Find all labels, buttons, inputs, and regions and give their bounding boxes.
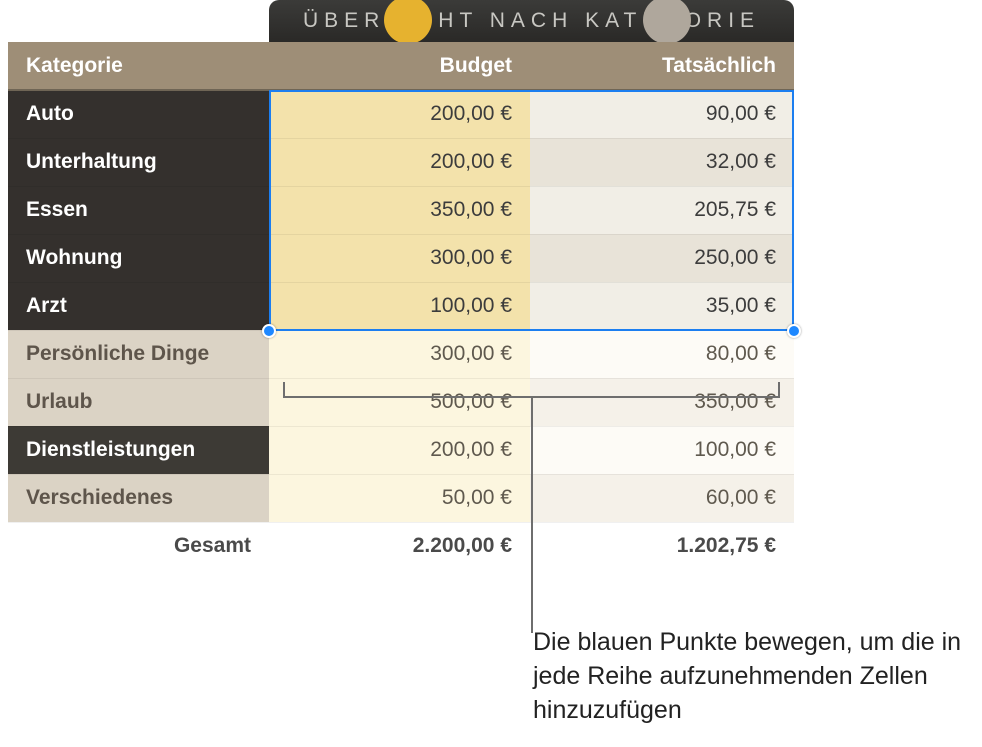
cell-category[interactable]: Urlaub	[8, 378, 269, 426]
table-total-row[interactable]: Gesamt 2.200,00 € 1.202,75 €	[8, 522, 794, 570]
cell-category[interactable]: Dienstleistungen	[8, 426, 269, 474]
cell-actual[interactable]: 60,00 €	[530, 474, 794, 522]
cell-budget[interactable]: 200,00 €	[269, 426, 530, 474]
cell-budget[interactable]: 50,00 €	[269, 474, 530, 522]
cell-total-actual: 1.202,75 €	[530, 522, 794, 570]
cell-total-budget: 2.200,00 €	[269, 522, 530, 570]
table-row[interactable]: Dienstleistungen 200,00 € 100,00 €	[8, 426, 794, 474]
col-header-actual[interactable]: Tatsächlich	[530, 42, 794, 90]
cell-budget[interactable]: 200,00 €	[269, 138, 530, 186]
table-header-row[interactable]: Kategorie Budget Tatsächlich	[8, 42, 794, 90]
table-row[interactable]: Auto 200,00 € 90,00 €	[8, 90, 794, 138]
cell-budget[interactable]: 300,00 €	[269, 330, 530, 378]
cell-budget[interactable]: 100,00 €	[269, 282, 530, 330]
cell-actual[interactable]: 32,00 €	[530, 138, 794, 186]
selection-handle-dot[interactable]	[787, 324, 801, 338]
table-row[interactable]: Persönliche Dinge 300,00 € 80,00 €	[8, 330, 794, 378]
cell-actual[interactable]: 100,00 €	[530, 426, 794, 474]
table-row[interactable]: Essen 350,00 € 205,75 €	[8, 186, 794, 234]
cell-budget[interactable]: 200,00 €	[269, 90, 530, 138]
cell-category[interactable]: Auto	[8, 90, 269, 138]
table-title: ÜBERSICHT NACH KATEGORIE	[269, 0, 794, 42]
table-row[interactable]: Verschiedenes 50,00 € 60,00 €	[8, 474, 794, 522]
cell-category[interactable]: Persönliche Dinge	[8, 330, 269, 378]
callout-leader-line	[531, 398, 533, 633]
col-header-budget[interactable]: Budget	[269, 42, 530, 90]
table-row[interactable]: Wohnung 300,00 € 250,00 €	[8, 234, 794, 282]
category-table[interactable]: Kategorie Budget Tatsächlich Auto 200,00…	[8, 42, 794, 570]
callout-caption: Die blauen Punkte bewegen, um die in jed…	[533, 626, 982, 727]
col-header-category[interactable]: Kategorie	[8, 42, 269, 90]
cell-actual[interactable]: 250,00 €	[530, 234, 794, 282]
table-row[interactable]: Unterhaltung 200,00 € 32,00 €	[8, 138, 794, 186]
table-title-text: ÜBERSICHT NACH KATEGORIE	[303, 9, 760, 32]
cell-actual[interactable]: 80,00 €	[530, 330, 794, 378]
table-row[interactable]: Arzt 100,00 € 35,00 €	[8, 282, 794, 330]
selection-handle-dot[interactable]	[262, 324, 276, 338]
cell-category[interactable]: Unterhaltung	[8, 138, 269, 186]
cell-budget[interactable]: 350,00 €	[269, 186, 530, 234]
cell-actual[interactable]: 35,00 €	[530, 282, 794, 330]
cell-budget[interactable]: 300,00 €	[269, 234, 530, 282]
cell-category[interactable]: Essen	[8, 186, 269, 234]
cell-category[interactable]: Wohnung	[8, 234, 269, 282]
cell-total-label: Gesamt	[8, 522, 269, 570]
cell-actual[interactable]: 90,00 €	[530, 90, 794, 138]
cell-category[interactable]: Verschiedenes	[8, 474, 269, 522]
cell-category[interactable]: Arzt	[8, 282, 269, 330]
callout-bracket	[283, 382, 780, 398]
cell-actual[interactable]: 205,75 €	[530, 186, 794, 234]
